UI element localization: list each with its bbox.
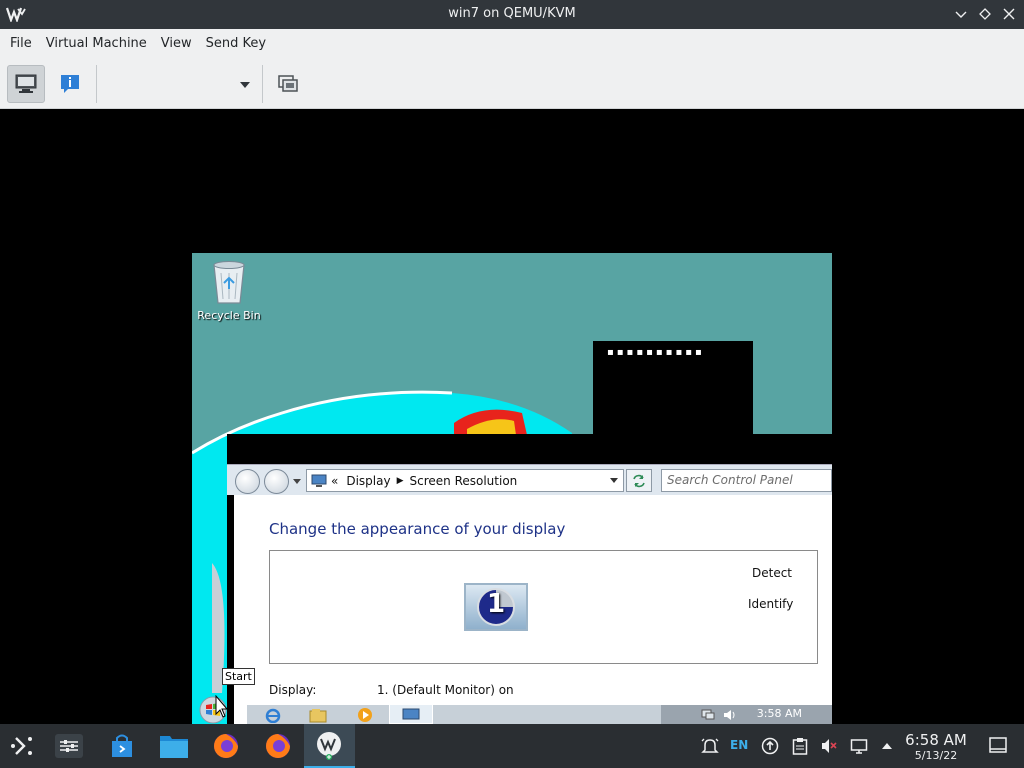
internet-explorer-icon[interactable] <box>265 707 281 723</box>
network-icon <box>850 739 868 754</box>
toolbar-separator <box>262 65 263 103</box>
back-button[interactable] <box>235 469 260 494</box>
window-titlebar[interactable]: win7 on QEMU/KVM <box>0 0 1024 29</box>
close-button[interactable] <box>999 4 1019 24</box>
menu-send-key[interactable]: Send Key <box>199 29 273 59</box>
artifact-dots: ▪▪▪▪▪▪▪▪▪▪ <box>607 347 705 358</box>
start-button[interactable] <box>198 695 228 724</box>
clock-time[interactable]: 6:58 AM <box>900 731 972 749</box>
firefox-task[interactable] <box>260 728 296 764</box>
snapshot-icon <box>278 75 298 92</box>
file-manager-icon <box>160 736 188 758</box>
refresh-icon <box>633 474 645 487</box>
minimize-button[interactable] <box>951 4 971 24</box>
notifications-icon <box>701 738 719 753</box>
dropdown-chevron-icon <box>240 82 250 88</box>
control-panel-window[interactable]: « Display ▶ Screen Resolution Search Con… <box>227 434 832 724</box>
identify-button[interactable]: Identify <box>748 597 793 611</box>
snapshot-button[interactable] <box>269 65 307 103</box>
menu-file[interactable]: File <box>3 29 39 59</box>
page-heading: Change the appearance of your display <box>269 520 566 538</box>
firefox-launcher[interactable] <box>208 728 244 764</box>
system-settings-launcher[interactable] <box>51 728 87 764</box>
taskbar-button-control-panel[interactable] <box>389 704 433 724</box>
control-panel-icon <box>311 474 327 487</box>
windows-explorer-icon[interactable] <box>309 707 327 723</box>
menu-bar: File Virtual Machine View Send Key <box>0 29 1024 59</box>
breadcrumb-overflow[interactable]: « <box>331 474 338 488</box>
refresh-button[interactable] <box>626 469 652 492</box>
clipboard-icon <box>792 738 808 755</box>
diamond-icon <box>979 8 991 20</box>
vm-console-viewer[interactable]: Recycle Bin ▪▪▪▪▪▪▪▪▪▪ « Display ▶ Scree… <box>0 109 1024 724</box>
detect-button[interactable]: Detect <box>752 566 792 580</box>
details-button[interactable] <box>51 65 89 103</box>
firefox-icon <box>266 734 290 758</box>
expand-tray-button[interactable] <box>877 736 897 756</box>
keyboard-layout-indicator[interactable]: EN <box>730 738 748 752</box>
expand-tray-icon <box>882 743 892 749</box>
volume-button[interactable] <box>819 736 839 756</box>
console-icon <box>15 74 37 93</box>
chevron-down-icon[interactable] <box>293 479 301 485</box>
clock-date[interactable]: 5/13/22 <box>900 749 972 762</box>
updates-icon <box>761 737 779 755</box>
application-launcher-icon <box>11 737 32 755</box>
menu-view[interactable]: View <box>154 29 199 59</box>
toolbar-separator <box>96 65 97 103</box>
discover-store-icon <box>112 734 132 757</box>
display-label: Display: <box>269 683 317 697</box>
address-bar[interactable]: « Display ▶ Screen Resolution <box>306 469 624 492</box>
guest-taskbar: 3:58 AM <box>247 704 832 724</box>
notifications-button[interactable] <box>700 736 720 756</box>
toolbar <box>0 59 1024 109</box>
explorer-navigation-bar: « Display ▶ Screen Resolution Search Con… <box>227 464 832 495</box>
forward-button[interactable] <box>264 469 289 494</box>
search-control-panel-input[interactable]: Search Control Panel <box>661 469 832 492</box>
console-button[interactable] <box>7 65 45 103</box>
updates-button[interactable] <box>760 736 780 756</box>
virt-manager-task[interactable] <box>304 724 355 768</box>
volume-icon[interactable] <box>723 709 737 721</box>
recycle-bin-icon <box>213 261 245 304</box>
power-menu-dropdown[interactable] <box>100 67 256 101</box>
discover-launcher[interactable] <box>104 728 140 764</box>
control-panel-content: Change the appearance of your display 1 … <box>234 495 832 724</box>
monitor-arrangement-area[interactable]: 1 Detect Identify <box>269 550 818 664</box>
guest-clock[interactable]: 3:58 AM <box>757 707 802 720</box>
show-desktop-icon[interactable] <box>988 735 1008 755</box>
firefox-icon <box>214 734 238 758</box>
virt-manager-icon <box>317 732 341 760</box>
address-dropdown-icon[interactable] <box>610 478 618 484</box>
volume-muted-icon <box>822 739 837 753</box>
details-info-icon <box>61 75 79 93</box>
file-manager-launcher[interactable] <box>156 728 192 764</box>
breadcrumb-separator-icon: ▶ <box>396 475 404 486</box>
media-player-icon[interactable] <box>357 707 373 723</box>
control-panel-icon <box>402 708 420 720</box>
menu-virtual-machine[interactable]: Virtual Machine <box>39 29 154 59</box>
breadcrumb-display[interactable]: Display <box>346 474 390 488</box>
breadcrumb-screen-resolution[interactable]: Screen Resolution <box>410 474 518 488</box>
start-tooltip: Start <box>222 668 255 685</box>
chevron-down-icon <box>955 11 967 18</box>
system-settings-icon <box>55 734 83 758</box>
rendering-artifact: ▪▪▪▪▪▪▪▪▪▪ <box>593 341 753 441</box>
clipboard-button[interactable] <box>790 736 810 756</box>
close-icon <box>1003 8 1015 20</box>
maximize-button[interactable] <box>975 4 995 24</box>
window-title: win7 on QEMU/KVM <box>448 6 576 21</box>
display-select[interactable]: 1. (Default Monitor) on <box>377 683 514 697</box>
guest-system-tray: 3:58 AM <box>661 705 832 724</box>
network-icon[interactable] <box>701 709 715 721</box>
recycle-bin-label: Recycle Bin <box>197 309 261 322</box>
kde-panel: EN 6:58 AM 5/13/22 <box>0 724 1024 768</box>
guest-desktop[interactable]: Recycle Bin ▪▪▪▪▪▪▪▪▪▪ « Display ▶ Scree… <box>192 253 832 724</box>
monitor-1-tile[interactable]: 1 <box>464 583 528 631</box>
desktop-icon-recycle-bin[interactable]: Recycle Bin <box>196 259 262 322</box>
application-launcher[interactable] <box>4 728 40 764</box>
monitor-number-label: 1 <box>486 589 506 619</box>
network-button[interactable] <box>849 736 869 756</box>
